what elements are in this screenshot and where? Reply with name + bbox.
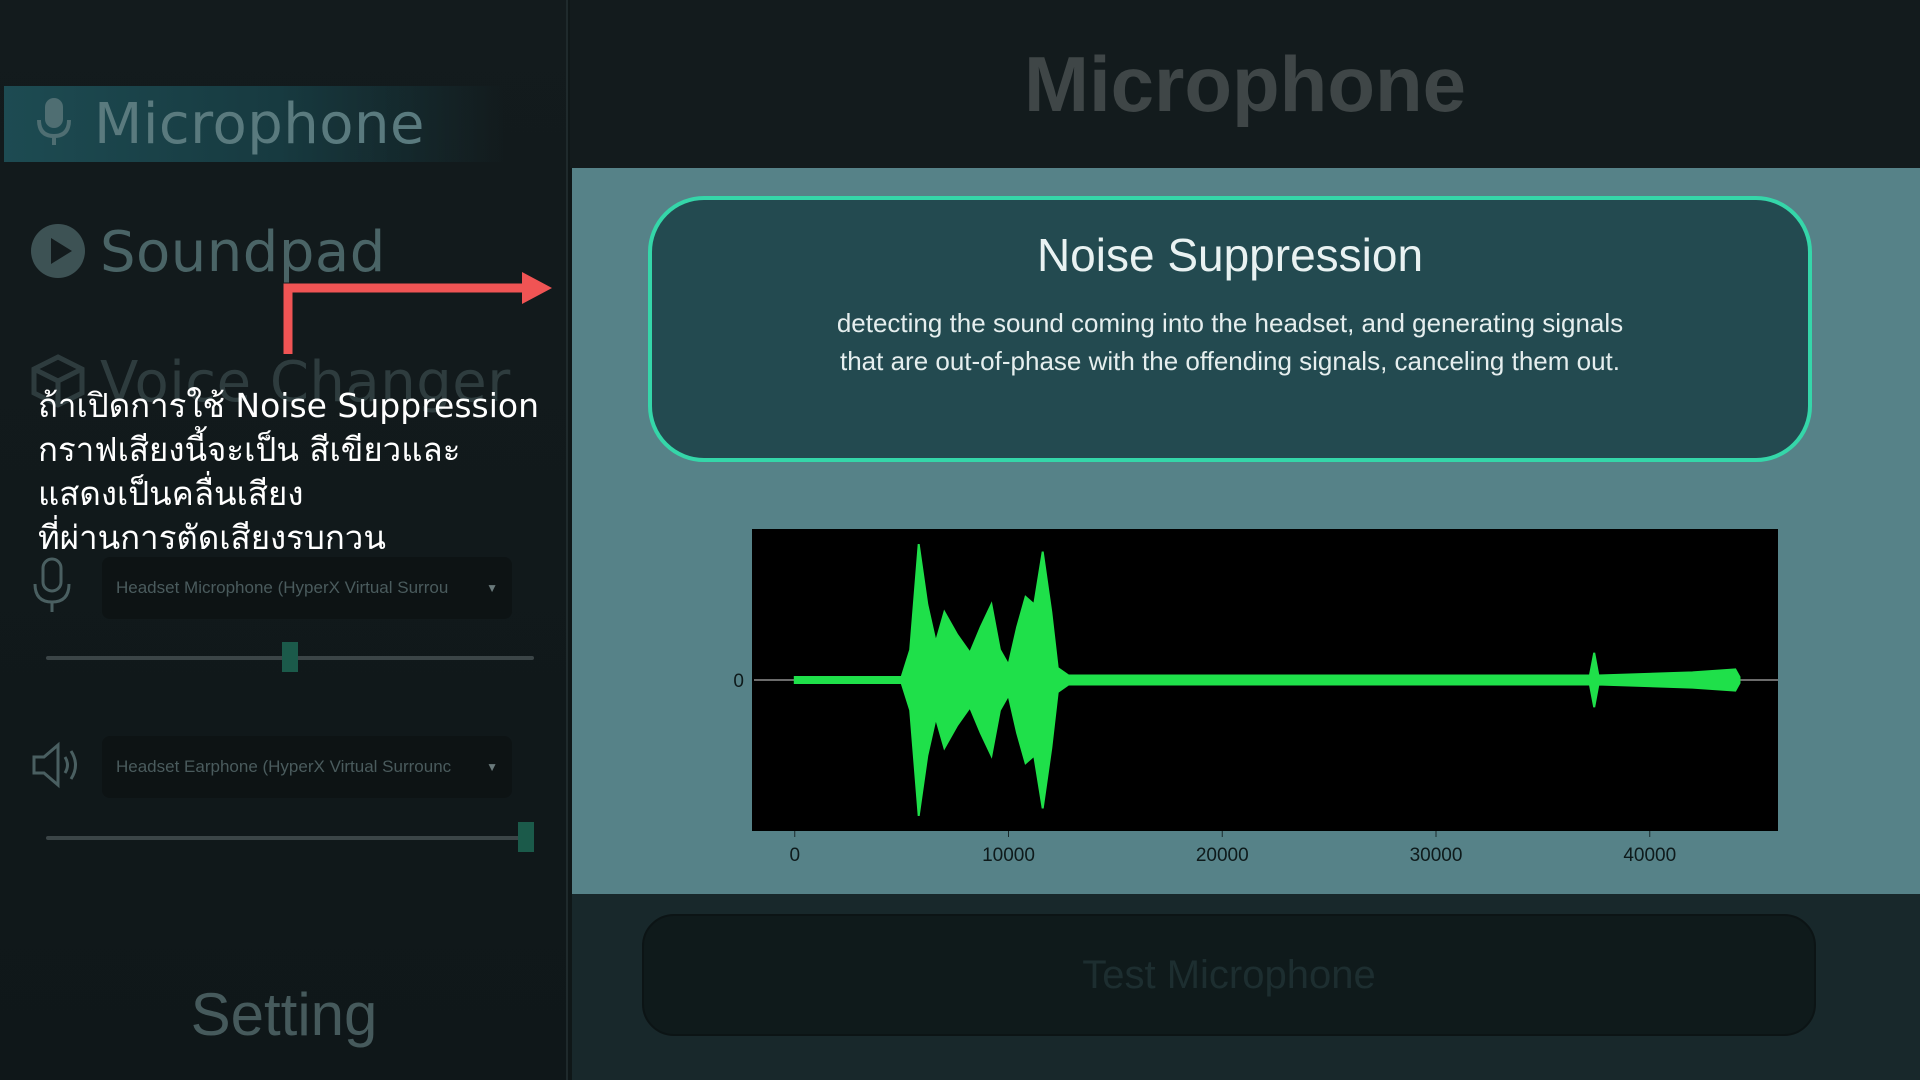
- output-device-select[interactable]: Headset Earphone (HyperX Virtual Surroun…: [102, 736, 512, 798]
- x-tick-label: 40000: [1623, 845, 1676, 866]
- sidebar-item-label: Microphone: [94, 91, 425, 157]
- output-device-value: Headset Earphone (HyperX Virtual Surroun…: [116, 757, 452, 776]
- noise-suppression-title: Noise Suppression: [1036, 229, 1424, 281]
- x-tick-label: 10000: [982, 845, 1035, 866]
- x-tick-label: 30000: [1410, 845, 1463, 866]
- input-device-row: Headset Microphone (HyperX Virtual Surro…: [30, 556, 540, 620]
- input-device-value: Headset Microphone (HyperX Virtual Surro…: [116, 578, 449, 597]
- noise-suppression-card[interactable]: Noise Suppression detecting the sound co…: [648, 196, 1812, 462]
- play-icon: [30, 223, 86, 283]
- description-line: that are out-of-phase with the offending…: [839, 346, 1620, 376]
- waveform-chart: 0 10000 20000 30000 40000 0: [733, 529, 1778, 866]
- page-header: Microphone: [570, 0, 1920, 168]
- chevron-down-icon: ▼: [486, 581, 498, 595]
- sidebar-item-microphone[interactable]: Microphone: [4, 86, 504, 162]
- description-line: detecting the sound coming into the head…: [836, 308, 1624, 338]
- x-tick-label: 0: [789, 845, 800, 866]
- slider-thumb[interactable]: [518, 822, 534, 852]
- speaker-icon: [30, 737, 86, 797]
- x-tick-label: 20000: [1196, 845, 1249, 866]
- y-tick-label: 0: [733, 671, 744, 692]
- noise-suppression-description: detecting the sound coming into the head…: [652, 304, 1808, 380]
- footer: Test Microphone: [572, 894, 1920, 1080]
- annotation-line: แสดงเป็นคลื่นเสียง: [38, 474, 304, 513]
- output-volume-slider[interactable]: [46, 822, 534, 852]
- test-microphone-button[interactable]: Test Microphone: [642, 914, 1816, 1036]
- page-title: Microphone: [1024, 39, 1466, 128]
- setting-label[interactable]: Setting: [0, 980, 568, 1049]
- slider-thumb[interactable]: [282, 642, 298, 672]
- annotation-text: ถ้าเปิดการใช้ Noise Suppression กราฟเสีย…: [38, 384, 578, 560]
- chevron-down-icon: ▼: [486, 760, 498, 774]
- annotation-line: กราฟเสียงนี้จะเป็น สีเขียวและ: [38, 430, 461, 469]
- input-volume-slider[interactable]: [46, 642, 534, 672]
- annotation-line: ถ้าเปิดการใช้ Noise Suppression: [38, 386, 539, 425]
- microphone-outline-icon: [30, 556, 74, 620]
- annotation-line: ที่ผ่านการตัดเสียงรบกวน: [38, 518, 386, 557]
- annotation-arrow-icon: [283, 272, 552, 354]
- main-content: Noise Suppression detecting the sound co…: [572, 168, 1920, 894]
- input-device-select[interactable]: Headset Microphone (HyperX Virtual Surro…: [102, 557, 512, 619]
- microphone-icon: [34, 96, 74, 152]
- output-device-row: Headset Earphone (HyperX Virtual Surroun…: [30, 736, 540, 798]
